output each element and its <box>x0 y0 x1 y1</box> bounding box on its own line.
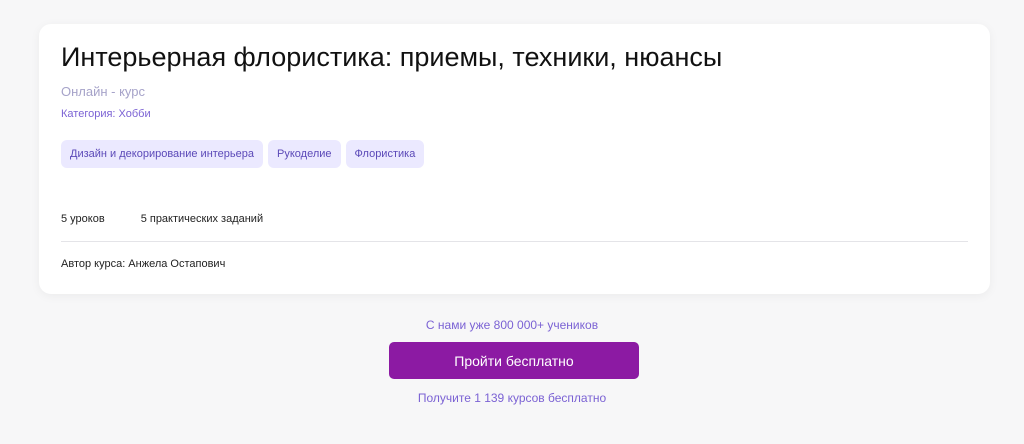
course-card: Интерьерная флористика: приемы, техники,… <box>39 24 990 294</box>
tag-floristics[interactable]: Флористика <box>345 140 425 168</box>
course-category: Категория: Хобби <box>61 108 151 120</box>
free-courses-text: Получите 1 139 курсов бесплатно <box>417 391 607 405</box>
lessons-count: 5 уроков <box>61 213 105 225</box>
tasks-count: 5 практических заданий <box>140 213 264 225</box>
tag-interior-design[interactable]: Дизайн и декорирование интерьера <box>61 140 264 168</box>
start-free-button[interactable]: Пройти бесплатно <box>389 342 639 379</box>
course-author: Автор курса: Анжела Остапович <box>61 258 226 270</box>
tag-handicraft[interactable]: Рукоделие <box>268 140 341 168</box>
students-count: С нами уже 800 000+ учеников <box>425 318 599 332</box>
divider <box>61 241 968 242</box>
course-title: Интерьерная флористика: приемы, техники,… <box>61 42 723 72</box>
course-stats: 5 уроков 5 практических заданий <box>61 213 263 225</box>
course-type: Онлайн - курс <box>61 84 146 99</box>
tag-list: Дизайн и декорирование интерьера Рукодел… <box>61 140 425 168</box>
